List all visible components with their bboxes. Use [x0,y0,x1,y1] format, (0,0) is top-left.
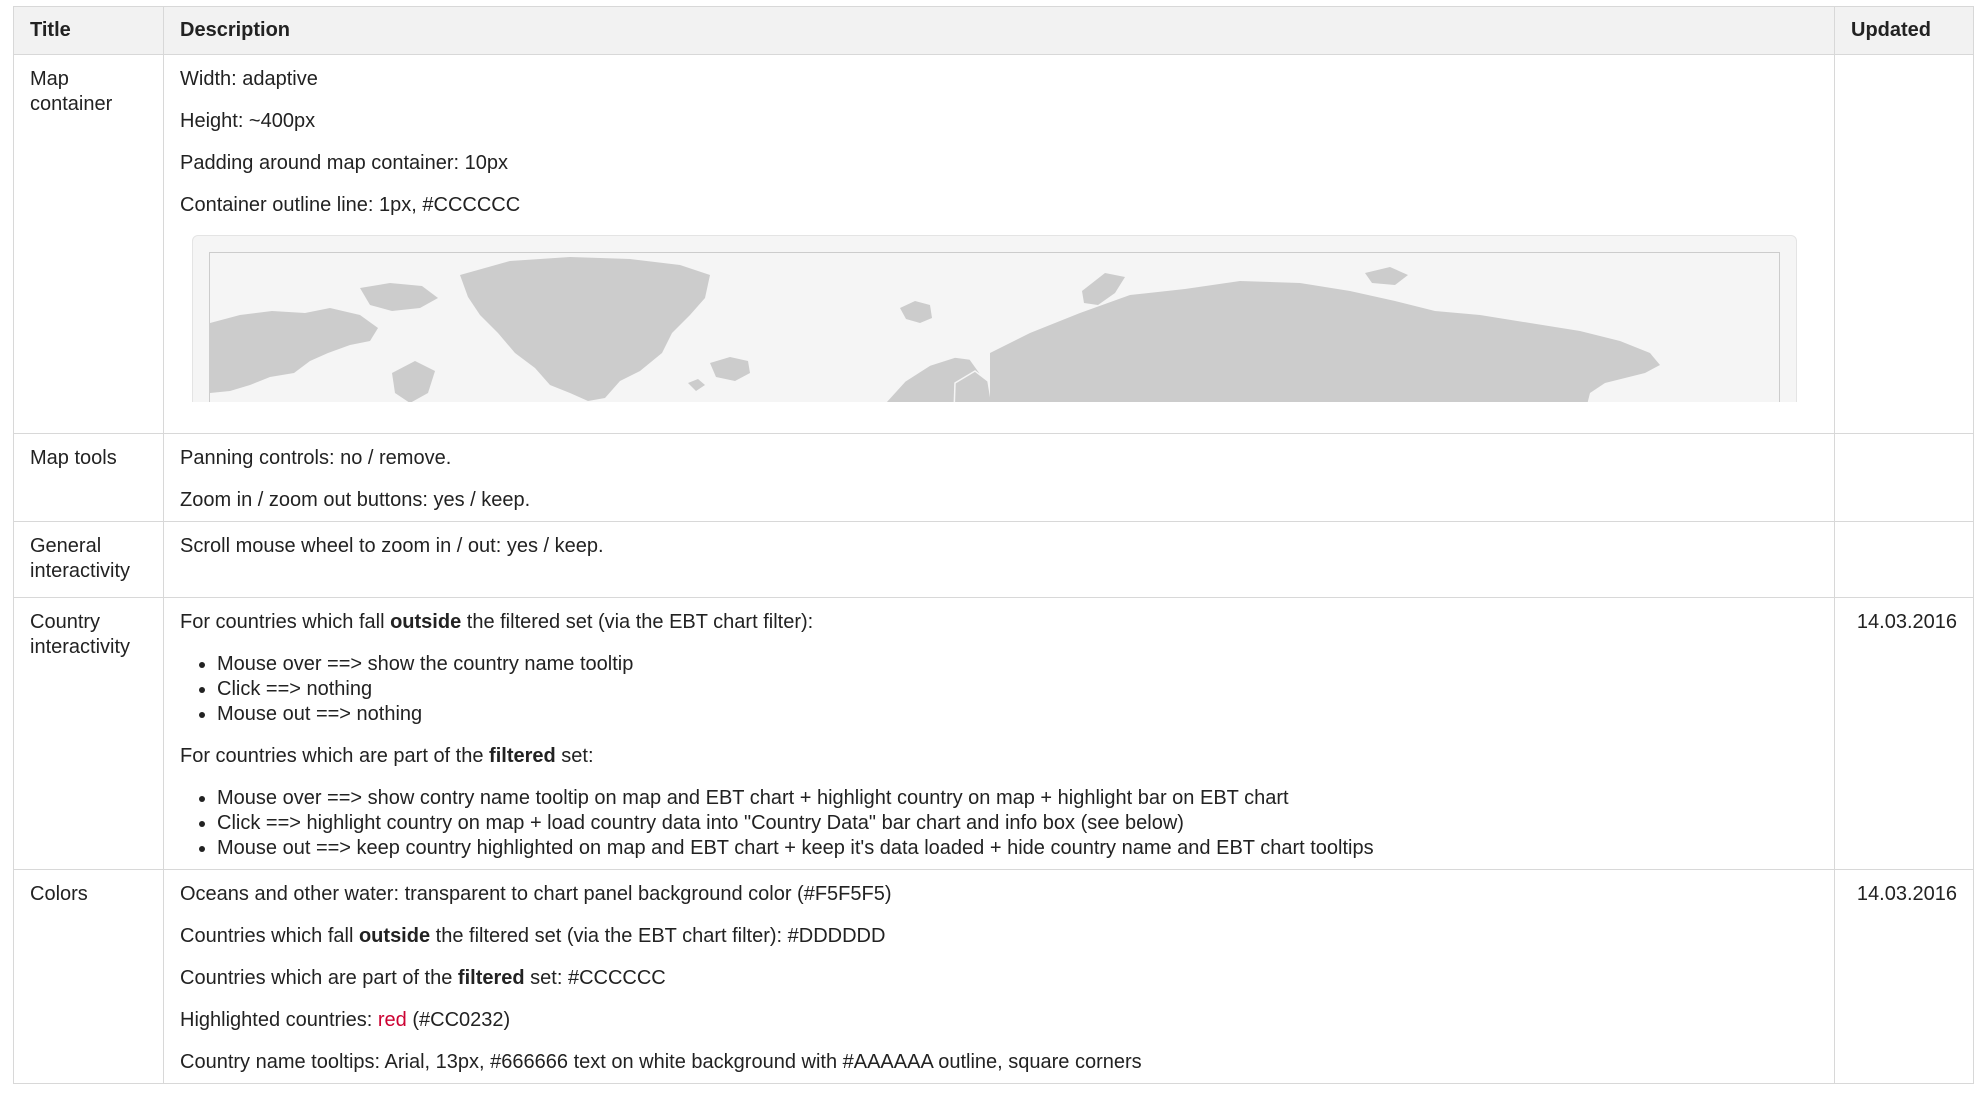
outside-behavior-list: Mouse over ==> show the country name too… [180,652,1818,727]
list-item: Mouse out ==> keep country highlighted o… [217,836,1818,861]
map-preview [180,235,1818,402]
world-map-image [210,257,1660,402]
table-row-map-tools: Map tools Panning controls: no / remove.… [13,433,1974,522]
spec-outside-color: Countries which fall outside the filtere… [180,925,886,947]
outside-intro: For countries which fall outside the fil… [180,611,814,633]
list-item: Click ==> highlight country on map + loa… [217,811,1818,836]
spec-oceans-color: Oceans and other water: transparent to c… [180,883,892,905]
red-text: red [377,1009,407,1031]
list-item: Mouse out ==> nothing [217,702,1818,727]
column-header-description: Description [163,6,1835,55]
spec-zoom-buttons: Zoom in / zoom out buttons: yes / keep. [180,489,531,511]
map-land-canada [210,308,378,393]
spec-scroll-zoom: Scroll mouse wheel to zoom in / out: yes… [180,535,604,557]
list-item: Mouse over ==> show contry name tooltip … [217,786,1818,811]
map-land-iceland [710,357,750,381]
row-updated [1834,433,1974,522]
spec-panning: Panning controls: no / remove. [180,447,452,469]
row-updated [1834,521,1974,598]
map-land-greenland [460,257,710,401]
filtered-behavior-list: Mouse over ==> show contry name tooltip … [180,786,1818,861]
header-row: Title Description Updated [13,6,1974,55]
map-container [209,252,1780,402]
map-land-island [688,379,705,391]
spec-outline: Container outline line: 1px, #CCCCCC [180,194,521,216]
spec-highlight-color: Highlighted countries: red (#CC0232) [180,1009,511,1031]
spec-tooltip-style: Country name tooltips: Arial, 13px, #666… [180,1051,1142,1073]
row-title: Country interactivity [13,597,164,870]
row-description: Panning controls: no / remove. Zoom in /… [163,433,1835,522]
row-updated [1834,54,1974,434]
map-land-siberian-island [1365,267,1408,285]
row-title: Colors [13,869,164,1084]
spec-width: Width: adaptive [180,68,318,90]
row-updated: 14.03.2016 [1834,869,1974,1084]
filtered-intro: For countries which are part of the filt… [180,745,594,767]
row-updated: 14.03.2016 [1834,597,1974,870]
list-item: Click ==> nothing [217,677,1818,702]
map-land-svalbard [900,301,932,323]
spec-height: Height: ~400px [180,110,316,132]
table-row-colors: Colors Oceans and other water: transpare… [13,869,1974,1084]
column-header-title: Title [13,6,164,55]
table-row-general-interactivity: General interactivity Scroll mouse wheel… [13,521,1974,598]
table-row-country-interactivity: Country interactivity For countries whic… [13,597,1974,870]
map-land-arctic-island [360,283,438,311]
row-title: Map tools [13,433,164,522]
column-header-updated: Updated [1834,6,1974,55]
row-description: Oceans and other water: transparent to c… [163,869,1835,1084]
map-land-baffin [392,361,435,402]
spec-table: Title Description Updated Map container … [13,6,1974,1084]
row-title: General interactivity [13,521,164,598]
map-panel [192,235,1797,402]
spec-filtered-color: Countries which are part of the filtered… [180,967,666,989]
spec-padding: Padding around map container: 10px [180,152,509,174]
row-description: Width: adaptive Height: ~400px Padding a… [163,54,1835,434]
table-row-map-container: Map container Width: adaptive Height: ~4… [13,54,1974,434]
row-description: Scroll mouse wheel to zoom in / out: yes… [163,521,1835,598]
row-description: For countries which fall outside the fil… [163,597,1835,870]
list-item: Mouse over ==> show the country name too… [217,652,1818,677]
row-title: Map container [13,54,164,434]
